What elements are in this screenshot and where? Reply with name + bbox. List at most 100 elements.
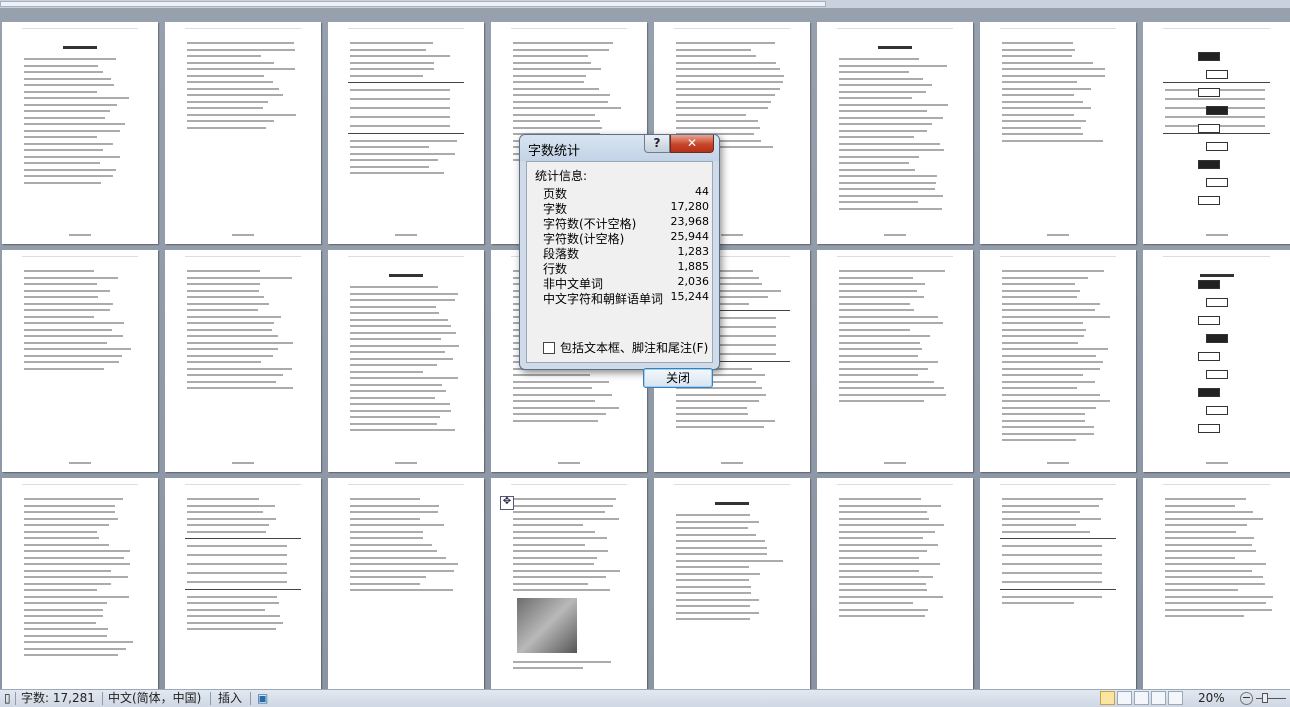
text-line [24,116,105,119]
text-line [350,530,423,533]
text-line [513,413,606,415]
close-button[interactable]: 关闭 [643,368,713,388]
page-thumbnail[interactable] [1143,22,1290,244]
page-thumbnail[interactable] [2,478,158,689]
zoom-level[interactable]: 20% [1198,691,1225,706]
text-line [513,419,598,422]
text-line [676,572,760,575]
text-line [839,400,924,402]
macro-icon[interactable]: ▣ [257,691,268,706]
text-line [24,103,117,106]
text-line [1002,354,1096,357]
page-thumbnail[interactable] [2,250,158,472]
macro-record-icon[interactable]: ▯ [4,691,11,706]
text-line [513,400,595,402]
page-thumbnail[interactable] [980,22,1136,244]
text-line [839,155,919,158]
text-line [676,585,751,588]
page-thumbnail[interactable] [817,250,973,472]
zoom-out-icon[interactable]: − [1240,692,1253,705]
text-line [513,48,609,51]
include-textboxes-label[interactable]: 包括文本框、脚注和尾注(F) [560,339,708,356]
text-line [187,348,278,350]
table-line [350,107,450,109]
close-window-button[interactable]: ✕ [670,135,714,153]
text-line [676,113,746,116]
text-line [24,302,113,305]
flowchart-box [1198,352,1220,361]
page-thumbnail[interactable] [2,22,158,244]
text-line [513,81,584,83]
text-line [513,55,588,57]
print-layout-view-icon[interactable] [1100,691,1115,705]
page-header-line [348,28,464,29]
insert-mode-status[interactable]: 插入 [218,691,242,706]
page-header-line [837,28,953,29]
text-line [24,348,131,350]
text-line [513,87,599,90]
text-line [350,370,423,373]
text-line [839,201,918,203]
word-count-dialog: 字数统计 ? ✕ 统计信息: 页数 44 字数 17,280 字符数(不计空格) 23,9… [519,134,720,388]
text-line [1165,498,1246,500]
language-status[interactable]: 中文(简体，中国) [108,691,201,706]
page-number [69,234,91,236]
web-layout-view-icon[interactable] [1134,691,1149,705]
text-line [350,357,453,360]
page-thumbnail[interactable] [165,22,321,244]
text-line [1165,530,1236,533]
text-line [513,543,585,546]
move-handle-icon[interactable]: ✥ [500,496,514,510]
page-thumbnail[interactable] [980,250,1136,472]
page-thumbnail[interactable] [1143,250,1290,472]
page-header-line [1000,256,1116,257]
stat-value: 17,280 [670,200,710,213]
text-line [1165,543,1252,546]
text-line [839,335,930,337]
page-header-line [1000,484,1116,485]
text-line [187,81,273,83]
page-thumbnail[interactable] [328,478,484,689]
text-line [676,48,751,51]
text-line [676,42,775,44]
text-line [350,396,435,399]
text-line [24,595,129,598]
text-line [1165,511,1253,513]
horizontal-scrollbar[interactable] [0,0,1290,8]
include-textboxes-checkbox[interactable] [543,342,555,354]
scroll-thumb[interactable] [0,1,826,7]
help-button[interactable]: ? [644,135,670,153]
page-thumbnail[interactable] [165,250,321,472]
page-table [1000,538,1116,590]
page-thumbnail[interactable] [165,478,321,689]
text-line [839,328,910,331]
page-header-line [348,256,464,257]
page-thumbnail[interactable] [980,478,1136,689]
page-thumbnail[interactable] [654,478,810,689]
text-line [350,498,420,500]
page-thumbnail[interactable] [328,250,484,472]
flowchart-box [1198,424,1220,433]
text-line [350,68,434,70]
text-line [839,361,938,363]
draft-view-icon[interactable] [1168,691,1183,705]
zoom-slider-handle[interactable] [1262,693,1268,703]
text-line [350,556,446,559]
text-line [1002,94,1074,96]
text-line [676,94,775,96]
table-line [350,98,450,100]
page-thumbnail[interactable] [817,478,973,689]
text-line [1002,498,1103,500]
full-screen-reading-view-icon[interactable] [1117,691,1132,705]
page-thumbnail[interactable] [328,22,484,244]
page-number [232,462,254,464]
page-thumbnail[interactable] [491,478,647,689]
page-thumbnail[interactable] [1143,478,1290,689]
outline-view-icon[interactable] [1151,691,1166,705]
word-count-status[interactable]: 字数: 17,281 [21,691,95,706]
page-number [558,462,580,464]
page-thumbnail[interactable] [817,22,973,244]
text-line [24,341,107,344]
text-line [24,110,110,112]
zoom-slider[interactable] [1256,698,1286,699]
